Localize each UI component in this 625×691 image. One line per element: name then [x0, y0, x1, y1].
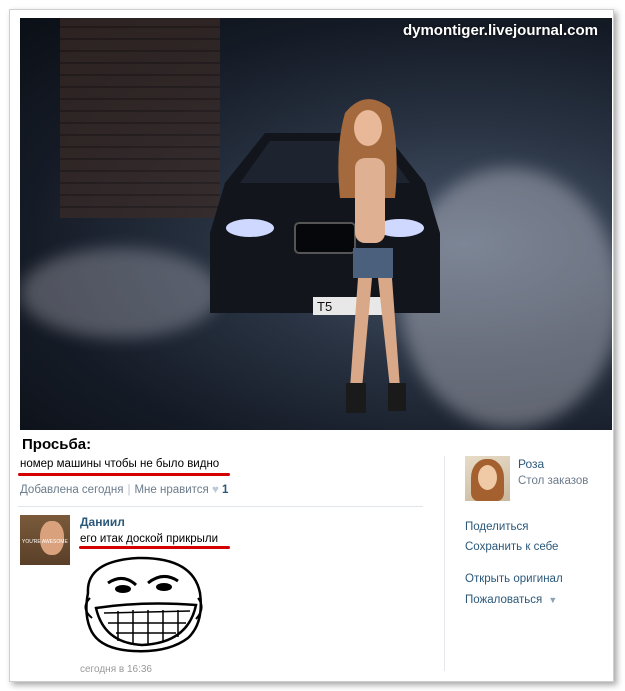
comment-author[interactable]: Даниил: [80, 515, 125, 529]
red-underline: [18, 473, 230, 476]
report-label: Пожаловаться: [465, 594, 543, 606]
post-text: номер машины чтобы не было видно: [20, 458, 220, 470]
person-image: [338, 99, 406, 413]
main-photo[interactable]: Т5 dymontiger.livejournal.com: [20, 18, 612, 430]
comment-red-underline: [79, 546, 230, 549]
share-link[interactable]: Поделиться: [465, 521, 529, 533]
comment-text: его итак доской прикрыли: [80, 533, 219, 545]
like-button[interactable]: Мне нравится ♥ 1: [134, 484, 228, 496]
brick-wall: [60, 18, 220, 218]
commenter-avatar[interactable]: YOU'RE AWESOME: [20, 515, 70, 565]
watermark: dymontiger.livejournal.com: [402, 22, 598, 39]
like-count: 1: [222, 484, 229, 496]
open-original-link[interactable]: Открыть оригинал: [465, 573, 563, 585]
meta-separator: |: [127, 484, 131, 496]
chevron-down-icon: ▼: [548, 595, 558, 605]
avatar-caption: YOU'RE AWESOME: [22, 539, 68, 545]
avatar-face: [40, 521, 64, 555]
post-divider: [18, 506, 423, 507]
owner-subtitle: Стол заказов: [518, 475, 589, 487]
sidebar-divider: [444, 456, 445, 671]
post-date: Добавлена сегодня: [20, 484, 124, 496]
post-meta: Добавлена сегодня | Мне нравится ♥ 1: [20, 484, 228, 496]
like-label: Мне нравится: [134, 484, 209, 496]
avatar-face: [478, 465, 497, 490]
post-title: Просьба:: [22, 436, 92, 453]
save-link[interactable]: Сохранить к себе: [465, 541, 558, 553]
troll-face-image: [84, 556, 203, 653]
report-link[interactable]: Пожаловаться ▼: [465, 594, 557, 606]
smoke-left: [20, 248, 220, 338]
owner-name[interactable]: Роза: [518, 457, 544, 471]
comment-timestamp[interactable]: сегодня в 16:36: [80, 664, 152, 675]
heart-icon: ♥: [211, 484, 219, 496]
owner-avatar[interactable]: [465, 456, 510, 501]
